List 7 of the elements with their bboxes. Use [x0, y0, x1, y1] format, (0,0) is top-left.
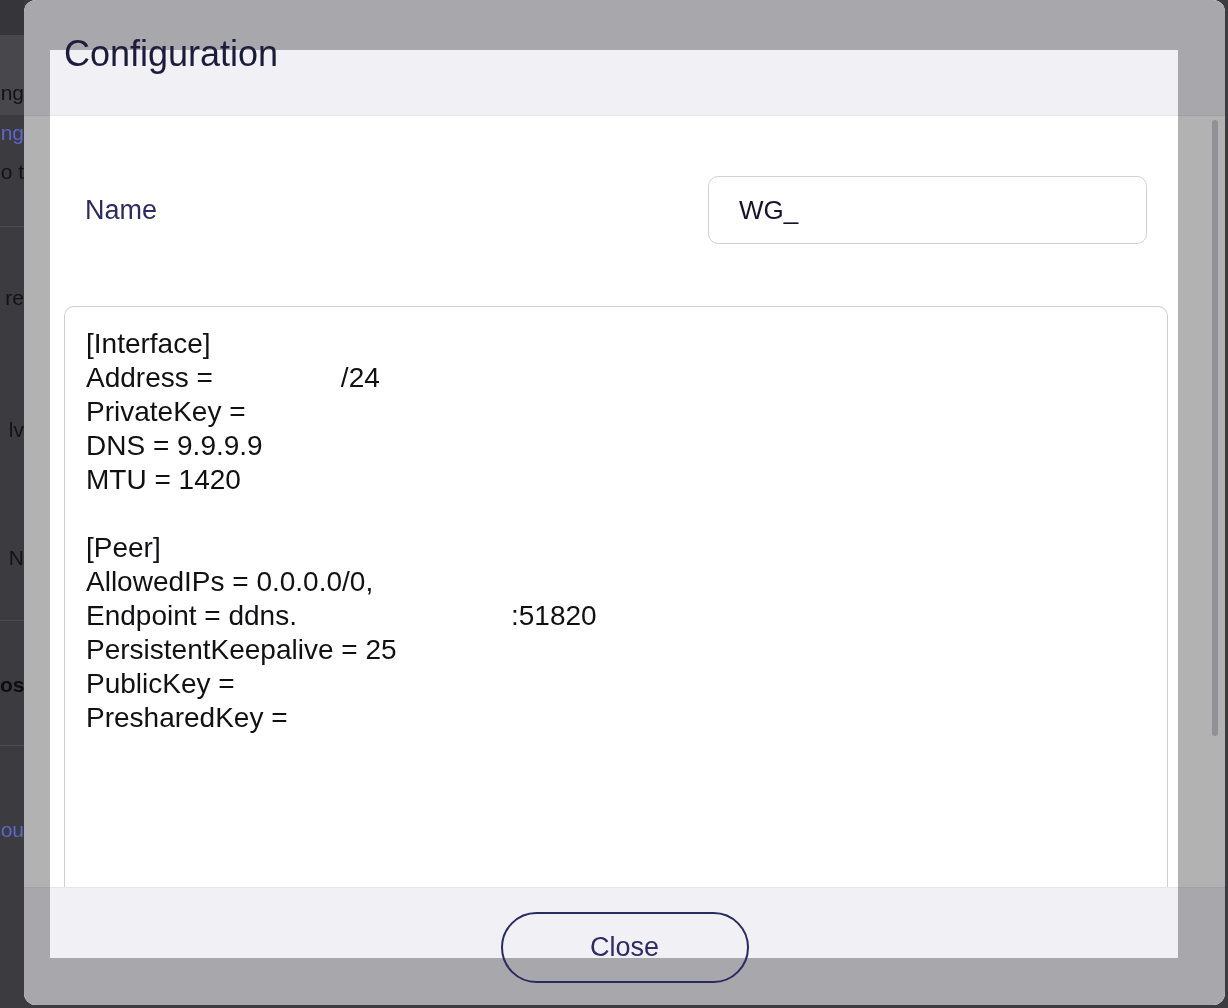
config-textarea[interactable]: [Interface] Address = /24 PrivateKey = DNS = 9.9.9.9 MTU = 1420 [Peer] AllowedIPs = 0.0.0.0/0, Endpoint = ddns. :51820 PersistentKeepalive = 25 PublicKey = PresharedKey =	[64, 306, 1168, 887]
scrollbar-thumb[interactable]	[1212, 120, 1218, 736]
page-text: ng	[0, 81, 24, 104]
dialog-title: Configuration	[64, 33, 279, 75]
close-button[interactable]: Close	[500, 912, 749, 983]
name-label: Name	[85, 194, 158, 226]
name-input[interactable]: WG_	[708, 176, 1147, 244]
